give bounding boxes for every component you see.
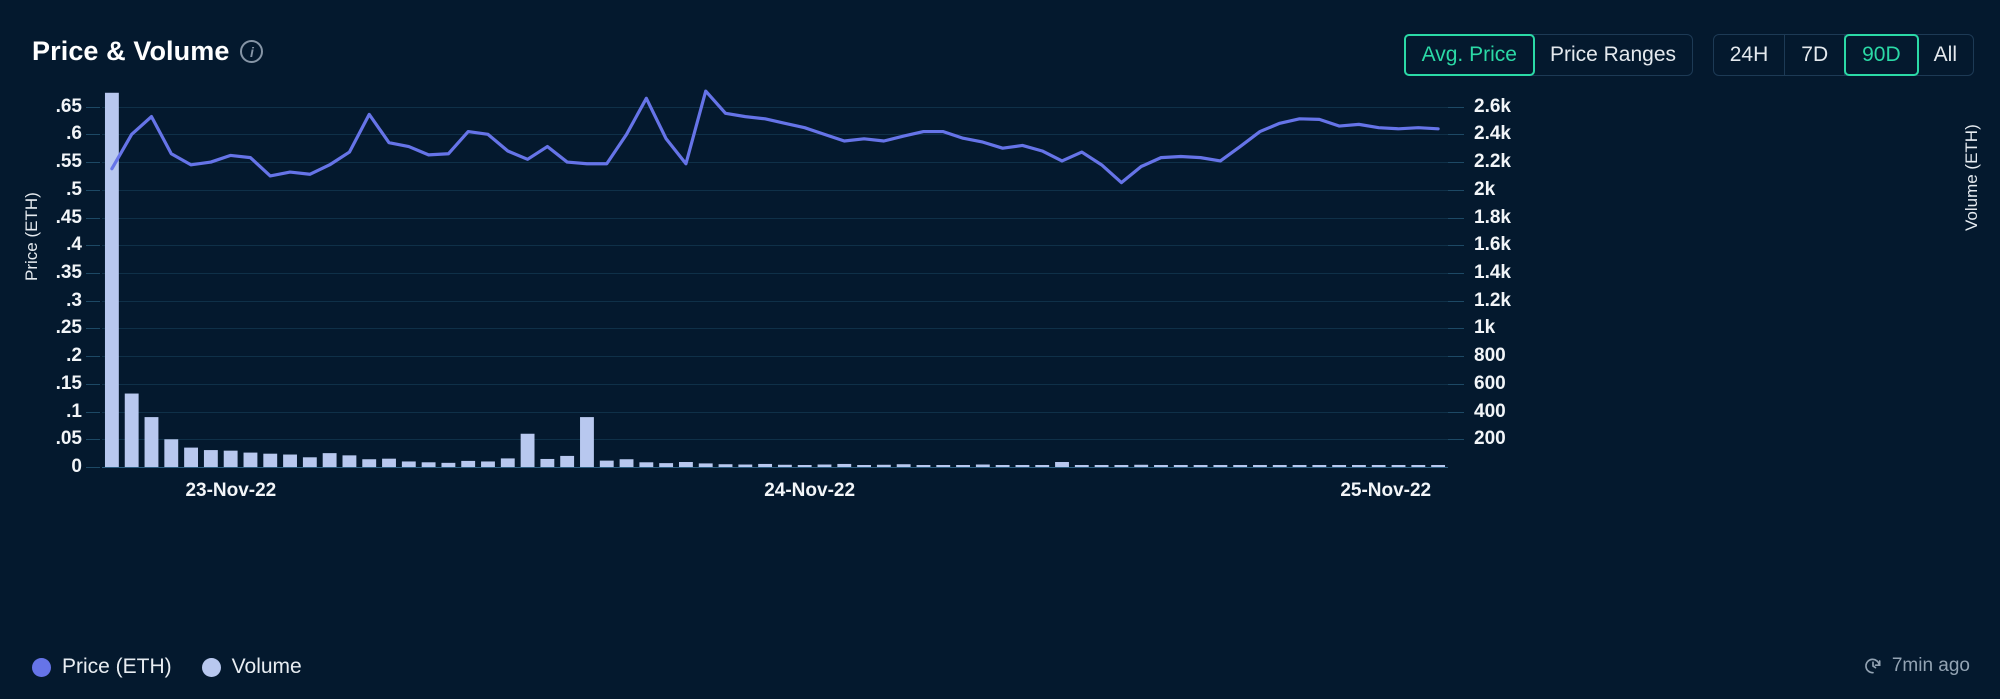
legend-dot-volume-icon [201, 657, 221, 677]
price-axis-tick [86, 162, 100, 164]
price-mode-toggle-group[interactable]: Avg. Price Price Ranges [1403, 34, 1693, 76]
volume-axis-tick-label: 2k [1474, 178, 1496, 200]
volume-axis-tick [1448, 162, 1464, 164]
volume-axis-tick [1448, 383, 1464, 385]
price-axis-tick-label: .55 [55, 151, 82, 173]
volume-axis-tick [1448, 134, 1464, 136]
chart-legend: Price (ETH) Volume [32, 655, 302, 679]
price-axis-tick-label: 0 [71, 456, 82, 477]
volume-axis-title: Volume (ETH) [1962, 124, 1981, 231]
volume-axis-tick [1448, 439, 1464, 441]
volume-axis-tick-label: 2.6k [1474, 95, 1511, 117]
price-axis-tick-label: .65 [55, 95, 82, 117]
price-line [110, 89, 1440, 185]
price-volume-chart-panel: Price & Volume i Avg. Price Price Ranges… [0, 0, 2000, 699]
price-axis-tick [86, 356, 100, 358]
price-axis-tick-label: .2 [66, 345, 82, 367]
volume-axis-tick [1448, 300, 1464, 302]
volume-axis-tick-label: 200 [1474, 428, 1506, 450]
price-axis-tick [86, 272, 100, 274]
price-axis-tick [86, 439, 100, 441]
mode-button-price-ranges[interactable]: Price Ranges [1534, 35, 1692, 75]
price-axis-tick [86, 189, 100, 191]
volume-axis-tick-label: 1k [1474, 317, 1496, 339]
price-axis-tick [86, 383, 100, 385]
legend-item-price[interactable]: Price (ETH) [32, 655, 172, 679]
volume-axis-tick [1448, 106, 1464, 108]
legend-label-volume: Volume [231, 655, 302, 678]
volume-axis-tick [1448, 411, 1464, 413]
volume-axis-tick-label: 2.2k [1474, 151, 1511, 173]
x-axis-tick-label: 25-Nov-22 [1340, 480, 1432, 501]
legend-item-volume[interactable]: Volume [201, 655, 302, 679]
last-updated: 7min ago [1863, 655, 1970, 677]
volume-axis-tick-label: 2.4k [1474, 123, 1511, 145]
price-axis-tick-label: .35 [55, 261, 82, 283]
price-axis-tick-label: .4 [66, 234, 82, 256]
title-wrap: Price & Volume i [32, 36, 264, 67]
refresh-clock-icon [1864, 658, 1881, 674]
price-axis-tick [86, 217, 100, 219]
price-axis-tick-label: .1 [66, 400, 82, 422]
price-axis-tick-label: .5 [66, 178, 82, 200]
price-axis-tick [86, 467, 100, 468]
chart-header: Price & Volume i Avg. Price Price Ranges… [0, 0, 2000, 78]
plot-area [102, 89, 1448, 468]
range-button-24h[interactable]: 24H [1714, 35, 1786, 75]
legend-label-price: Price (ETH) [62, 655, 172, 678]
price-axis-tick [86, 106, 100, 108]
volume-axis-tick [1448, 245, 1464, 247]
x-axis-tick-label: 23-Nov-22 [185, 480, 277, 501]
legend-dot-price-icon [32, 657, 51, 677]
price-line-path [110, 89, 1440, 185]
volume-axis-tick-label: 1.8k [1474, 206, 1511, 228]
x-axis-tick-label: 24-Nov-22 [764, 480, 856, 501]
range-button-7d[interactable]: 7D [1785, 35, 1846, 75]
volume-axis-tick-label: 1.4k [1474, 261, 1511, 283]
volume-axis-tick-label: 800 [1474, 345, 1506, 367]
range-button-90d[interactable]: 90D [1844, 34, 1919, 76]
price-axis-tick-label: .15 [55, 372, 82, 394]
price-axis-tick [86, 245, 100, 247]
info-icon[interactable]: i [240, 40, 264, 63]
price-axis-tick [86, 300, 100, 302]
volume-axis-tick [1448, 189, 1464, 191]
volume-axis-tick [1448, 217, 1464, 219]
volume-axis-tick [1448, 328, 1464, 330]
price-axis-tick-label: .25 [55, 317, 82, 339]
price-axis-tick [86, 328, 100, 330]
mode-button-avg-price[interactable]: Avg. Price [1403, 34, 1535, 76]
volume-axis-tick-label: 600 [1474, 372, 1506, 394]
price-axis-tick-label: .6 [66, 123, 82, 145]
volume-axis-tick-label: 400 [1474, 400, 1506, 422]
volume-axis-tick-label: 1.6k [1474, 234, 1511, 256]
volume-axis-tick-label: 1.2k [1474, 289, 1511, 311]
volume-axis-tick [1448, 272, 1464, 274]
price-axis-tick [86, 411, 100, 413]
time-range-toggle-group[interactable]: 24H 7D 90D All [1712, 34, 1974, 76]
price-axis-tick-label: .45 [55, 206, 82, 228]
price-axis-tick-label: .3 [66, 289, 82, 311]
last-updated-text: 7min ago [1891, 655, 1970, 676]
page-title: Price & Volume [32, 36, 230, 66]
price-axis-tick [86, 134, 100, 136]
price-axis-tick-label: .05 [55, 428, 82, 450]
volume-axis-tick [1448, 356, 1464, 358]
range-button-all[interactable]: All [1918, 35, 1973, 75]
